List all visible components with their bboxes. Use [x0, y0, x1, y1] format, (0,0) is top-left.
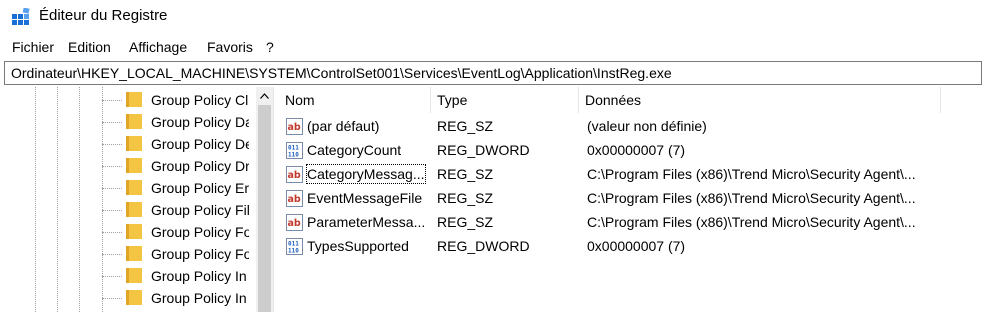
value-type: REG_SZ: [437, 214, 494, 230]
tree-item[interactable]: Group Policy Fil: [4, 199, 254, 221]
value-type: REG_SZ: [437, 166, 494, 182]
value-name: EventMessageFile: [307, 190, 423, 206]
menu-favoris[interactable]: Favoris: [207, 38, 253, 56]
value-type: REG_DWORD: [437, 238, 530, 254]
value-name: CategoryCount: [307, 142, 402, 158]
key-tree[interactable]: Group Policy Cl Group Policy Da Group Po…: [4, 87, 273, 312]
tree-item[interactable]: Group Policy In: [4, 287, 254, 309]
column-header-donnees[interactable]: Données: [579, 87, 941, 113]
tree-item[interactable]: Group Policy Er: [4, 177, 254, 199]
folder-icon: [126, 246, 142, 261]
svg-text:ab: ab: [288, 194, 301, 205]
folder-icon: [126, 92, 142, 107]
tree-connector: [102, 100, 122, 101]
registry-editor-icon: [12, 8, 30, 25]
menu-help[interactable]: ?: [266, 38, 274, 56]
menu-affichage[interactable]: Affichage: [129, 38, 187, 56]
title-bar: Éditeur du Registre: [0, 0, 982, 34]
svg-text:011: 011: [288, 145, 299, 152]
tree-item-label: Group Policy In: [151, 290, 247, 306]
folder-icon: [126, 180, 142, 195]
value-name: ParameterMessa...: [307, 214, 426, 230]
value-type: REG_DWORD: [437, 142, 530, 158]
string-value-icon: ab: [286, 166, 303, 183]
tree-item[interactable]: Group Policy Dr: [4, 155, 254, 177]
dword-value-icon: 011 110: [286, 142, 303, 159]
tree-item-label: Group Policy Fil: [151, 202, 249, 218]
value-data: C:\Program Files (x86)\Trend Micro\Secur…: [587, 166, 916, 182]
tree-item-label: Group Policy In: [151, 268, 247, 284]
tree-item[interactable]: Group Policy Fo: [4, 243, 254, 265]
tree-item[interactable]: Group Policy Cl: [4, 89, 254, 111]
scroll-thumb[interactable]: [258, 105, 271, 312]
tree-connector: [102, 210, 122, 211]
string-value-icon: ab: [286, 118, 303, 135]
svg-text:ab: ab: [288, 218, 301, 229]
value-name: CategoryMessag...: [306, 164, 426, 184]
tree-connector: [102, 144, 122, 145]
tree-item-label: Group Policy Fo: [151, 224, 249, 240]
svg-text:110: 110: [288, 248, 299, 255]
tree-item-label: Group Policy Fo: [151, 246, 249, 262]
scroll-up-button[interactable]: [256, 87, 273, 104]
tree-connector: [102, 188, 122, 189]
tree-connector: [102, 254, 122, 255]
svg-text:ab: ab: [288, 122, 301, 133]
tree-item-label: Group Policy Da: [151, 114, 249, 130]
tree-item-label: Group Policy Er: [151, 180, 249, 196]
folder-icon: [126, 290, 142, 305]
chevron-up-icon: [260, 92, 269, 99]
tree-item[interactable]: Group Policy De: [4, 133, 254, 155]
menu-bar: Fichier Edition Affichage Favoris ?: [0, 36, 982, 58]
value-data: C:\Program Files (x86)\Trend Micro\Secur…: [587, 214, 916, 230]
value-row[interactable]: 011 110 CategoryCount REG_DWORD 0x00000007…: [279, 138, 982, 162]
value-type: REG_SZ: [437, 118, 494, 134]
address-path[interactable]: Ordinateur\HKEY_LOCAL_MACHINE\SYSTEM\Con…: [11, 64, 672, 82]
dword-value-icon: 011 110: [286, 238, 303, 255]
folder-icon: [126, 136, 142, 151]
svg-text:110: 110: [288, 152, 299, 159]
string-value-icon: ab: [286, 190, 303, 207]
tree-item-label: Group Policy De: [151, 136, 249, 152]
tree-item-label: Group Policy Dr: [151, 158, 249, 174]
value-row[interactable]: ab (par défaut) REG_SZ (valeur non définie…: [279, 114, 982, 138]
tree-item[interactable]: Group Policy In: [4, 265, 254, 287]
svg-text:011: 011: [288, 241, 299, 248]
value-row[interactable]: ab CategoryMessag... REG_SZ C:\Program Fil…: [279, 162, 982, 186]
window-title: Éditeur du Registre: [39, 7, 168, 24]
folder-icon: [126, 268, 142, 283]
value-row[interactable]: ab EventMessageFile REG_SZ C:\Program File…: [279, 186, 982, 210]
tree-connector: [102, 166, 122, 167]
value-data: (valeur non définie): [587, 118, 707, 134]
value-row[interactable]: 011 110 TypesSupported REG_DWORD 0x0000000…: [279, 234, 982, 258]
value-type: REG_SZ: [437, 190, 494, 206]
svg-text:ab: ab: [288, 170, 301, 181]
folder-icon: [126, 158, 142, 173]
tree-vertical-scrollbar[interactable]: [256, 87, 273, 312]
tree-connector: [102, 276, 122, 277]
string-value-icon: ab: [286, 214, 303, 231]
column-header-type[interactable]: Type: [431, 87, 579, 113]
value-name: TypesSupported: [307, 238, 409, 254]
folder-icon: [126, 224, 142, 239]
tree-item-label: Group Policy Cl: [151, 92, 249, 108]
folder-icon: [126, 202, 142, 217]
value-data: C:\Program Files (x86)\Trend Micro\Secur…: [587, 190, 916, 206]
menu-edition[interactable]: Edition: [68, 38, 111, 56]
tree-connector: [102, 298, 122, 299]
address-bar[interactable]: Ordinateur\HKEY_LOCAL_MACHINE\SYSTEM\Con…: [4, 61, 982, 85]
value-data: 0x00000007 (7): [587, 238, 686, 254]
folder-icon: [126, 114, 142, 129]
menu-fichier[interactable]: Fichier: [12, 38, 54, 56]
values-list[interactable]: Nom Type Données ab (par défaut) REG_SZ (v…: [279, 87, 982, 312]
value-row[interactable]: ab ParameterMessa... REG_SZ C:\Program Fil…: [279, 210, 982, 234]
value-data: 0x00000007 (7): [587, 142, 686, 158]
tree-connector: [102, 232, 122, 233]
tree-item[interactable]: Group Policy Da: [4, 111, 254, 133]
value-name: (par défaut): [307, 118, 380, 134]
tree-connector: [102, 122, 122, 123]
column-header-nom[interactable]: Nom: [279, 87, 431, 113]
tree-item[interactable]: Group Policy Fo: [4, 221, 254, 243]
